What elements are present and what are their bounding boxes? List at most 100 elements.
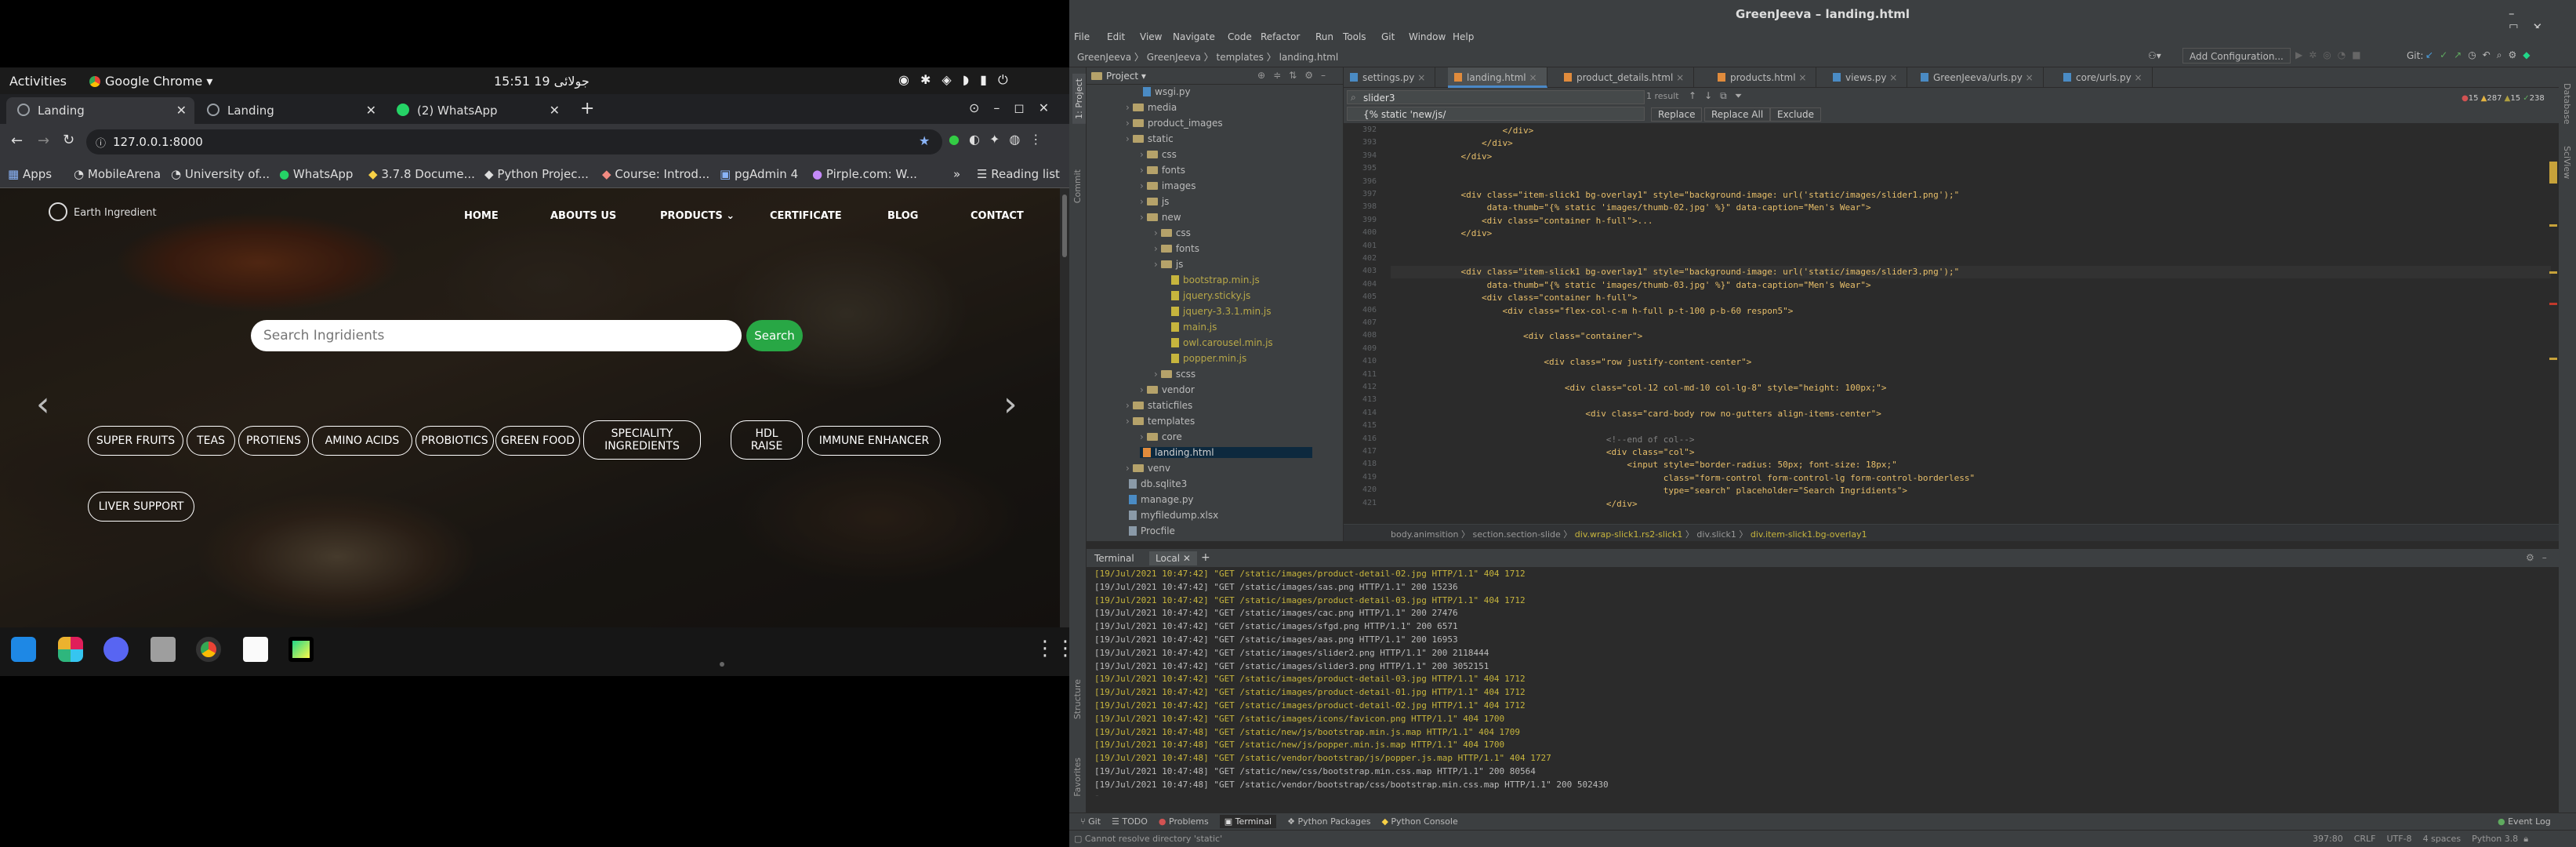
bookmark-whatsapp[interactable]: ● WhatsApp — [279, 167, 353, 181]
page-scrollbar[interactable] — [1060, 188, 1069, 627]
find-options-icon[interactable]: ⧉ — [1720, 90, 1735, 101]
carousel-next-icon[interactable]: › — [1003, 384, 1018, 424]
project-view-selector[interactable]: Project ▾ — [1091, 71, 1146, 82]
info-icon[interactable]: ⓘ — [96, 135, 106, 150]
exclude-button[interactable]: Exclude — [1770, 107, 1822, 122]
search-button[interactable]: Search — [746, 320, 803, 351]
bookmark-mobilearena[interactable]: ◔ MobileArena — [74, 167, 161, 181]
tree-item[interactable]: › images — [1140, 180, 1195, 191]
user-icon[interactable]: ⚇▾ — [2148, 50, 2161, 61]
code-line[interactable]: <div class="container h-full">... — [1399, 216, 1653, 226]
close-tab-icon[interactable]: × — [2132, 72, 2142, 83]
file-encoding[interactable]: UTF-8 — [2386, 834, 2411, 844]
stop-icon[interactable]: ■ — [2352, 49, 2367, 60]
chevron-right-icon[interactable]: › — [1140, 149, 1144, 160]
structure-tool-button[interactable]: Structure — [1072, 679, 1083, 719]
sciview-tool-button[interactable]: SciView — [2562, 146, 2572, 179]
settings-gear-icon[interactable]: ⚙ — [2508, 49, 2523, 60]
inspection-widget[interactable]: ●15 ▲287 ▲15 ✓238 — [2462, 94, 2545, 103]
category-immune-enhancer[interactable]: IMMUNE ENHANCER — [807, 426, 941, 456]
tree-item[interactable]: Procfile — [1126, 525, 1175, 536]
code-line[interactable]: class="form-control form-control-lg form… — [1399, 473, 1975, 483]
arrow-up-icon[interactable]: ↑ — [1689, 90, 1704, 101]
terminal-cursor[interactable]: ▯ — [1094, 793, 1100, 796]
gear-icon[interactable]: ⚙ — [2526, 552, 2542, 563]
scroll-thumb[interactable] — [1062, 194, 1067, 257]
menu-tools[interactable]: Tools — [1343, 31, 1366, 42]
code-line[interactable]: </div> — [1399, 138, 1513, 148]
menu-navigate[interactable]: Navigate — [1173, 31, 1215, 42]
activities-button[interactable]: Activities — [9, 74, 67, 89]
chevron-right-icon[interactable]: › — [1126, 133, 1130, 144]
terminal-tab-local[interactable]: Local ✕ — [1149, 551, 1197, 565]
crumb[interactable]: body.animsition — [1391, 529, 1458, 540]
commit-tool-button[interactable]: Commit — [1072, 169, 1083, 203]
nav-products[interactable]: PRODUCTS ⌄ — [660, 210, 735, 222]
category-hdl-raise[interactable]: HDL RAISE — [731, 420, 803, 460]
tree-item[interactable]: › scss — [1154, 369, 1195, 380]
editor-tab[interactable]: GreenJeeva/urls.py × — [1914, 67, 2044, 88]
coverage-icon[interactable]: ◎ — [2323, 49, 2337, 60]
menu-run[interactable]: Run — [1315, 31, 1333, 42]
reload-icon[interactable]: ↻ — [63, 132, 74, 148]
database-tool-button[interactable]: Database — [2562, 83, 2572, 125]
chevron-right-icon[interactable]: › — [1140, 384, 1144, 395]
tree-item[interactable]: › media — [1126, 102, 1177, 113]
code-line[interactable]: <div class="card-body row no-gutters ali… — [1399, 409, 1881, 419]
code-line[interactable]: <div class="item-slick1 bg-overlay1" sty… — [1399, 267, 1959, 277]
maximize-icon[interactable]: ◻ — [1014, 100, 1038, 115]
tree-item[interactable]: bootstrap.min.js — [1168, 274, 1260, 285]
editor-tab[interactable]: core/urls.py × — [2057, 67, 2153, 88]
line-separator[interactable]: CRLF — [2354, 834, 2376, 844]
code-line[interactable]: </div> — [1399, 499, 1638, 509]
window-controls[interactable]: ⊙–◻✕ — [969, 100, 1063, 115]
tree-item[interactable]: › fonts — [1140, 165, 1185, 176]
editor-tab[interactable]: landing.html × — [1448, 67, 1547, 88]
nav-about[interactable]: ABOUTS US — [550, 210, 616, 222]
close-tab-icon[interactable]: × — [2023, 72, 2034, 83]
close-tab-icon[interactable]: × — [1526, 72, 1537, 83]
pycharm-dock-icon[interactable] — [288, 637, 314, 662]
chrome-dock-icon[interactable] — [196, 637, 221, 662]
git-update-icon[interactable]: ↙ — [2425, 49, 2440, 60]
code-line[interactable]: </div> — [1399, 151, 1492, 162]
category-probiotics[interactable]: PROBIOTICS — [415, 426, 494, 456]
category-speciality-ingredients[interactable]: SPECIALITY INGREDIENTS — [583, 420, 701, 460]
menu-dots-icon[interactable]: ⋮ — [1029, 132, 1051, 147]
nav-blog[interactable]: BLOG — [887, 210, 918, 222]
close-tab-icon[interactable]: × — [1796, 72, 1806, 83]
git-rollback-icon[interactable]: ↶ — [2483, 49, 2497, 60]
new-tab-button[interactable]: + — [580, 99, 594, 118]
category-proteins[interactable]: PROTIENS — [238, 426, 309, 456]
bookmark-star-icon[interactable]: ★ — [919, 133, 930, 148]
discord-dock-icon[interactable] — [103, 637, 129, 662]
replace-field[interactable]: {% static 'new/js/ — [1347, 107, 1645, 121]
code-line[interactable]: <input style="border-radius: 50px; font-… — [1399, 460, 1896, 470]
chevron-right-icon[interactable]: › — [1140, 165, 1144, 176]
tree-item[interactable]: › product_images — [1126, 118, 1223, 129]
reading-list[interactable]: ☰ Reading list — [977, 167, 1060, 181]
event-log-button[interactable]: ● Event Log — [2498, 816, 2551, 827]
tree-item[interactable]: › templates — [1126, 416, 1195, 427]
code-line[interactable]: <div class="item-slick1 bg-overlay1" sty… — [1399, 190, 1959, 200]
code-line[interactable]: type="search" placeholder="Search Ingrid… — [1399, 485, 1907, 496]
tree-item[interactable]: › new — [1140, 212, 1181, 223]
close-window-icon[interactable]: ✕ — [1039, 100, 1063, 115]
project-tool-button[interactable]: 1: Project — [1072, 74, 1086, 124]
extension-icon[interactable]: ◐ — [969, 132, 989, 147]
tool-terminal[interactable]: ▣ Terminal — [1219, 815, 1277, 828]
python-interpreter[interactable]: Python 3.8 — [2472, 834, 2518, 844]
chevron-right-icon[interactable]: › — [1140, 180, 1144, 191]
run-icon[interactable]: ▶ — [2295, 49, 2309, 60]
tab-landing-active[interactable]: Landing ✕ — [6, 97, 194, 124]
close-tab-icon[interactable]: × — [1414, 72, 1425, 83]
code-line[interactable]: data-thumb="{% static 'images/thumb-03.j… — [1399, 280, 1871, 290]
ide-search-icon[interactable]: ⌕ — [2497, 49, 2509, 60]
chevron-right-icon[interactable]: › — [1126, 118, 1130, 129]
replace-all-button[interactable]: Replace All — [1704, 107, 1771, 122]
tree-item[interactable]: main.js — [1168, 322, 1217, 333]
terminal-actions[interactable]: ⚙– — [2526, 552, 2555, 563]
crumb[interactable]: div.slick1 — [1696, 529, 1736, 540]
nav-home[interactable]: HOME — [464, 210, 499, 222]
tree-item[interactable]: › venv — [1126, 463, 1170, 474]
